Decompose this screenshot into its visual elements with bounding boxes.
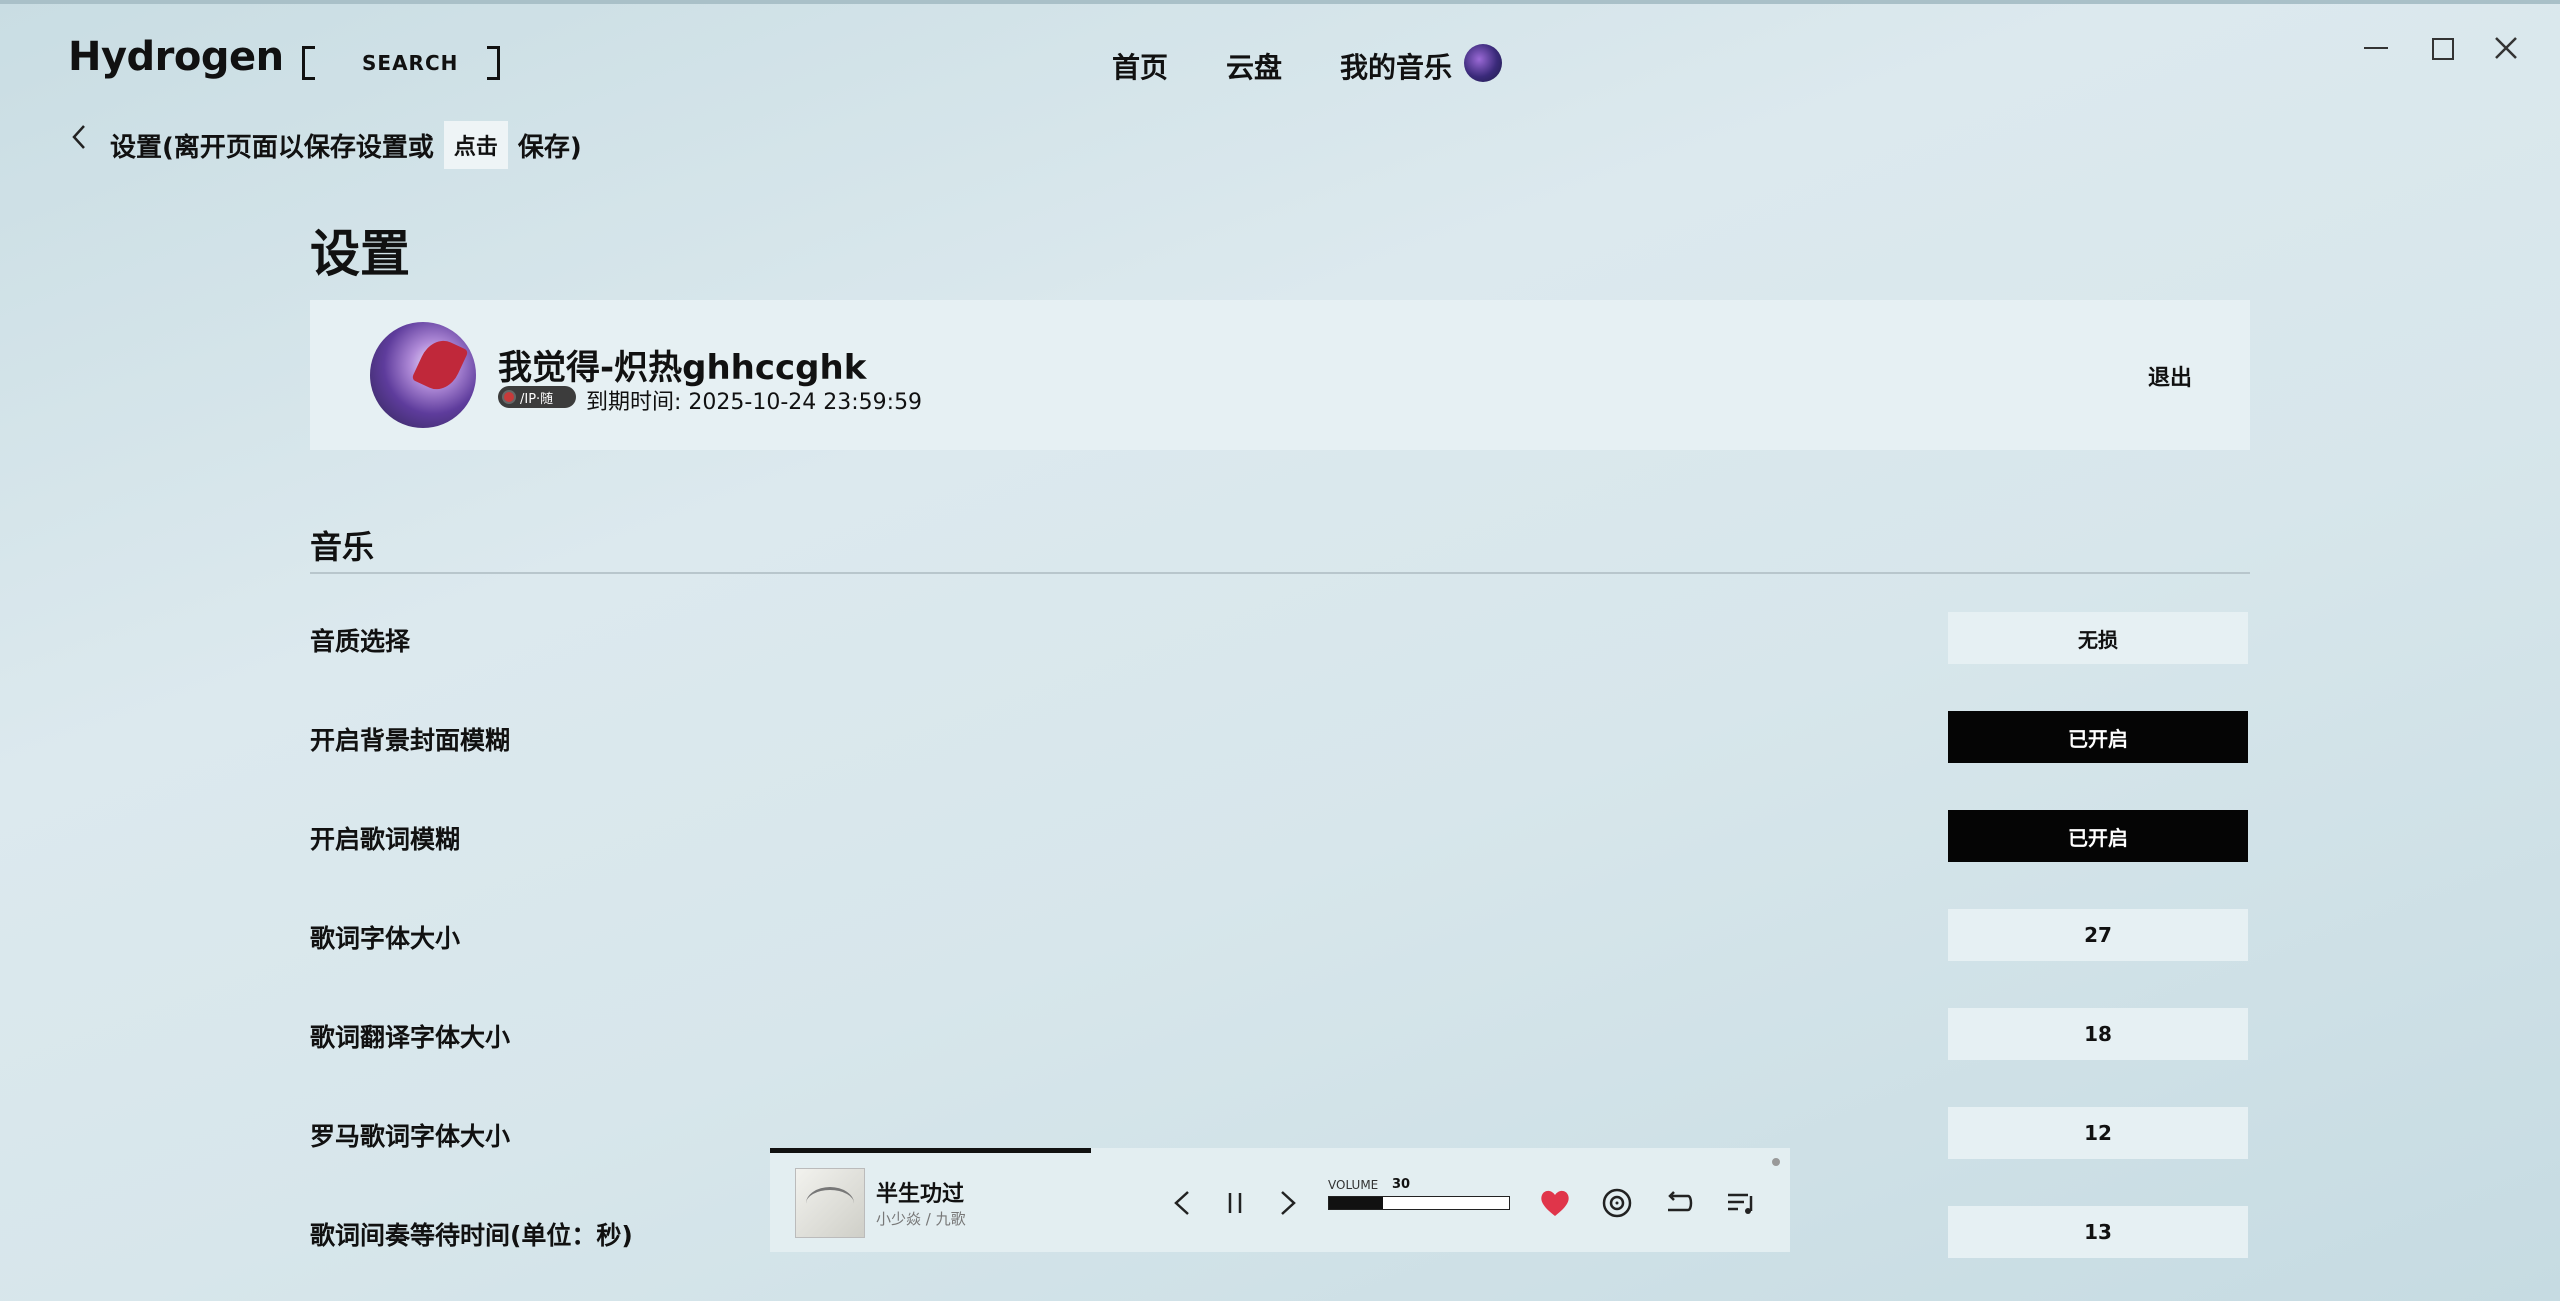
vip-disc-icon [502, 390, 516, 404]
setting-label-bg-blur: 开启背景封面模糊 [310, 726, 511, 755]
player-dot-icon [1772, 1158, 1780, 1166]
player-bar: 半生功过 小少焱 / 九歌 VOLUME 30 [770, 1148, 1790, 1252]
save-click-button[interactable]: 点击 [443, 121, 508, 169]
nav-home[interactable]: 首页 [1112, 46, 1168, 86]
back-chevron-icon[interactable] [68, 122, 90, 152]
previous-icon[interactable] [1168, 1188, 1198, 1218]
song-title[interactable]: 半生功过 [876, 1176, 964, 1208]
setting-label-lyric-size: 歌词字体大小 [310, 924, 461, 953]
setting-toggle-bg-blur[interactable]: 已开启 [1948, 711, 2248, 763]
app-logo: Hydrogen [68, 34, 284, 80]
disc-icon[interactable] [1600, 1186, 1634, 1220]
volume-label: VOLUME [1328, 1178, 1379, 1192]
user-name: 我觉得-炽热ghhccghk [498, 348, 867, 388]
setting-toggle-lyric-blur[interactable]: 已开启 [1948, 810, 2248, 862]
playlist-icon[interactable] [1724, 1186, 1758, 1220]
page-title: 设置 [310, 225, 410, 283]
setting-input-lyric-size[interactable]: 27 [1948, 909, 2248, 961]
window-top-border [0, 0, 2560, 4]
vip-badge-label: /IP·随 [520, 391, 554, 407]
logout-button[interactable]: 退出 [2148, 360, 2192, 392]
nav-cloud[interactable]: 云盘 [1226, 46, 1282, 86]
nav-my-music[interactable]: 我的音乐 [1340, 46, 1452, 86]
setting-label-lyric-blur: 开启歌词模糊 [310, 825, 461, 854]
search-button[interactable]: SEARCH [300, 40, 502, 86]
setting-input-translation-size[interactable]: 18 [1948, 1008, 2248, 1060]
setting-label-quality: 音质选择 [310, 627, 411, 656]
pause-icon[interactable] [1220, 1188, 1250, 1218]
profile-card: 我觉得-炽热ghhccghk /IP·随 到期时间: 2025-10-24 23… [310, 300, 2250, 450]
setting-label-roma-size: 罗马歌词字体大小 [310, 1122, 511, 1151]
minimize-icon[interactable] [2358, 30, 2394, 66]
album-cover[interactable] [795, 1168, 865, 1238]
setting-label-translation-size: 歌词翻译字体大小 [310, 1023, 511, 1052]
setting-input-interlude-wait[interactable]: 13 [1948, 1206, 2248, 1258]
section-divider [310, 572, 2250, 574]
nav-user-avatar[interactable] [1464, 44, 1502, 82]
heart-icon[interactable] [1538, 1186, 1572, 1220]
user-avatar [370, 322, 476, 428]
breadcrumb-text-after: 保存) [517, 132, 582, 163]
volume-value: 30 [1392, 1177, 1411, 1192]
next-icon[interactable] [1272, 1188, 1302, 1218]
playback-progress[interactable] [770, 1148, 1790, 1153]
section-title-music: 音乐 [310, 528, 375, 566]
setting-label-interlude-wait: 歌词间奏等待时间(单位：秒) [310, 1221, 633, 1250]
volume-slider-fill [1329, 1197, 1383, 1209]
volume-slider[interactable] [1328, 1196, 1510, 1210]
song-artist[interactable]: 小少焱 / 九歌 [876, 1208, 966, 1229]
maximize-icon[interactable] [2424, 30, 2460, 66]
setting-button-quality[interactable]: 无损 [1948, 612, 2248, 664]
playback-progress-fill [770, 1148, 1092, 1153]
expire-time: 到期时间: 2025-10-24 23:59:59 [586, 390, 923, 415]
breadcrumb: 设置(离开页面以保存设置或 点击 保存) [110, 121, 582, 169]
repeat-icon[interactable] [1662, 1186, 1696, 1220]
breadcrumb-text-before: 设置(离开页面以保存设置或 [110, 132, 434, 163]
bracket-right-icon [487, 46, 500, 80]
close-icon[interactable] [2488, 30, 2524, 66]
vip-badge: /IP·随 [498, 386, 576, 408]
bracket-left-icon [302, 46, 315, 80]
setting-input-roma-size[interactable]: 12 [1948, 1107, 2248, 1159]
search-label: SEARCH [362, 51, 459, 75]
